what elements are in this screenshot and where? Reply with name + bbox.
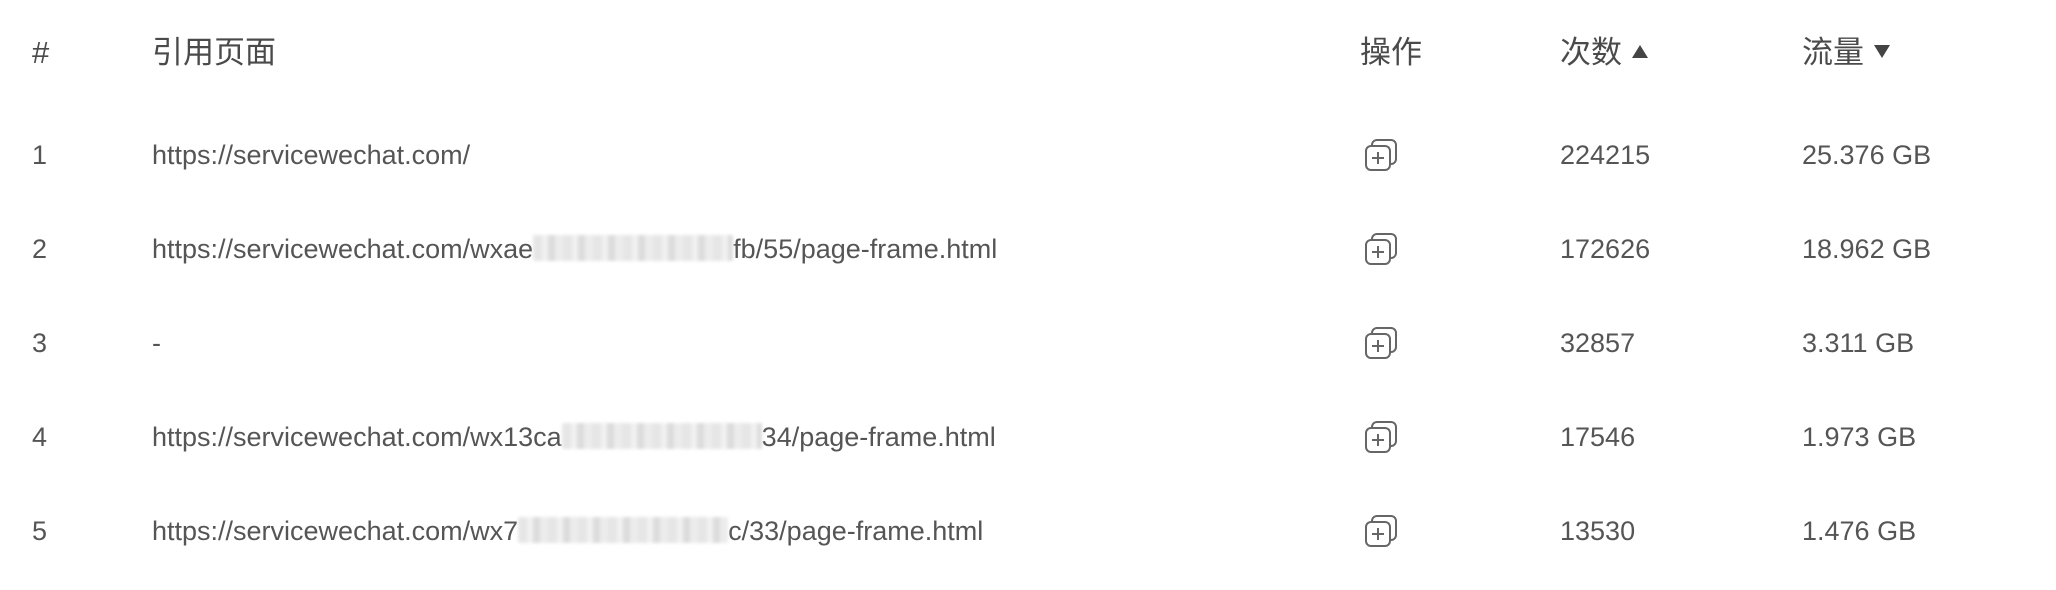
- row-page-url: https://servicewechat.com/: [152, 108, 470, 202]
- table-header: # 引用页面 操作 次数 流量: [0, 6, 2056, 100]
- copy-add-button[interactable]: [1362, 512, 1400, 550]
- row-page-url-text: https://servicewechat.com/: [152, 140, 471, 170]
- row-count: 13530: [1560, 516, 1636, 546]
- row-page-url-text: -: [152, 328, 161, 358]
- copy-add-button[interactable]: [1362, 230, 1400, 268]
- row-flow: 1.973 GB: [1802, 422, 1917, 452]
- row-flow: 18.962 GB: [1802, 234, 1932, 264]
- row-page-url: https://servicewechat.com/wxae fb/55/page…: [152, 202, 997, 296]
- column-header-action: 操作: [1360, 35, 1422, 70]
- table-row: 2 https://servicewechat.com/wxae fb/55/pa…: [0, 202, 2056, 296]
- row-page-url-prefix: https://servicewechat.com/wx13ca: [152, 422, 562, 452]
- column-header-index: #: [32, 35, 50, 70]
- column-header-flow-label: 流量: [1802, 35, 1864, 70]
- row-flow: 25.376 GB: [1802, 140, 1932, 170]
- row-page-url: https://servicewechat.com/wx13ca 34/page-…: [152, 390, 996, 484]
- row-flow: 1.476 GB: [1802, 516, 1917, 546]
- copy-add-icon: [1365, 421, 1397, 453]
- row-page-url-prefix: https://servicewechat.com/wx7: [152, 516, 519, 546]
- copy-add-icon: [1365, 515, 1397, 547]
- row-index: 5: [32, 516, 48, 546]
- copy-add-button[interactable]: [1362, 418, 1400, 456]
- caret-up-icon[interactable]: [1632, 45, 1648, 59]
- row-page-url-prefix: https://servicewechat.com/wxae: [152, 234, 534, 264]
- caret-down-icon[interactable]: [1874, 45, 1890, 59]
- copy-add-icon: [1365, 233, 1397, 265]
- row-page-url-suffix: 34/page-frame.html: [761, 422, 996, 452]
- row-index: 1: [32, 140, 48, 170]
- row-page-url-suffix: fb/55/page-frame.html: [733, 234, 998, 264]
- row-index: 3: [32, 328, 48, 358]
- column-header-count[interactable]: 次数: [1560, 6, 1648, 100]
- copy-add-icon: [1365, 327, 1397, 359]
- copy-add-icon: [1365, 139, 1397, 171]
- row-page-url: -: [152, 296, 161, 390]
- row-index: 4: [32, 422, 48, 452]
- table-row: 3 - 32857 3.311 GB: [0, 296, 2056, 390]
- column-header-flow[interactable]: 流量: [1802, 6, 1890, 100]
- redacted-segment: [518, 516, 729, 543]
- row-page-url: https://servicewechat.com/wx7 c/33/page-f…: [152, 484, 983, 578]
- row-count: 172626: [1560, 234, 1651, 264]
- table-row: 1 https://servicewechat.com/ 224215 25.3…: [0, 108, 2056, 202]
- table-row: 5 https://servicewechat.com/wx7 c/33/page…: [0, 484, 2056, 578]
- row-count: 224215: [1560, 140, 1651, 170]
- row-count: 17546: [1560, 422, 1636, 452]
- table-row: 4 https://servicewechat.com/wx13ca 34/pag…: [0, 390, 2056, 484]
- copy-add-button[interactable]: [1362, 136, 1400, 174]
- row-page-url-suffix: c/33/page-frame.html: [728, 516, 984, 546]
- redacted-segment: [533, 234, 734, 261]
- row-index: 2: [32, 234, 48, 264]
- copy-add-button[interactable]: [1362, 324, 1400, 362]
- row-flow: 3.311 GB: [1802, 328, 1915, 358]
- redacted-segment: [561, 422, 762, 449]
- referrer-table: # 引用页面 操作 次数 流量 1 https://servicewechat.…: [0, 0, 2056, 590]
- row-count: 32857: [1560, 328, 1636, 358]
- column-header-count-label: 次数: [1560, 35, 1622, 70]
- column-header-page: 引用页面: [152, 35, 276, 70]
